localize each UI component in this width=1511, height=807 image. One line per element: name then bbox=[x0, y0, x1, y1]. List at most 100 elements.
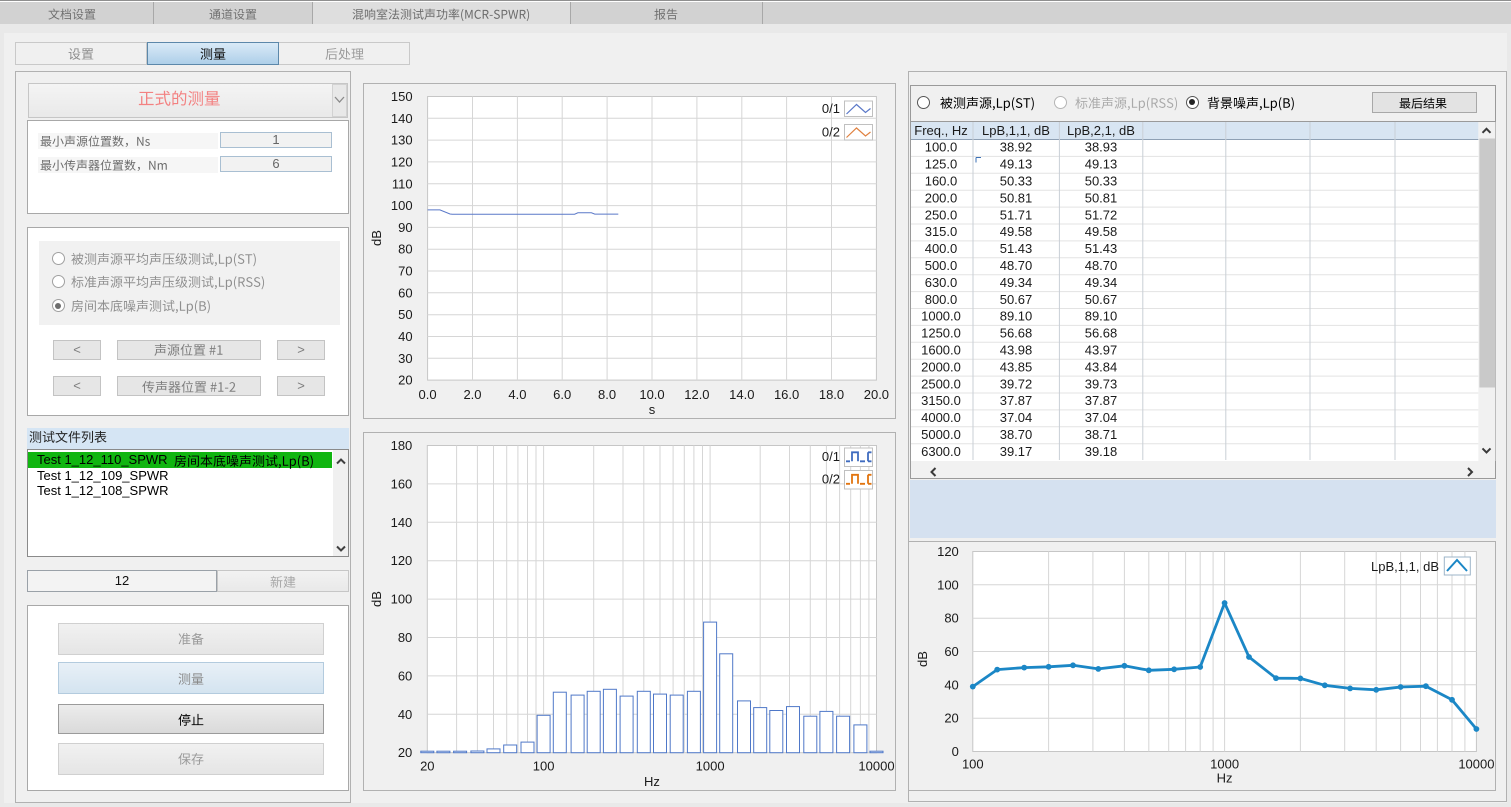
svg-text:1000: 1000 bbox=[1210, 757, 1239, 772]
svg-text:2500.0: 2500.0 bbox=[921, 376, 961, 391]
svg-text:3150.0: 3150.0 bbox=[921, 393, 961, 408]
svg-text:100: 100 bbox=[962, 757, 984, 772]
svg-text:49.34: 49.34 bbox=[1000, 275, 1033, 290]
svg-text:1250.0: 1250.0 bbox=[921, 326, 961, 341]
svg-text:315.0: 315.0 bbox=[925, 224, 958, 239]
svg-text:Freq., Hz: Freq., Hz bbox=[914, 123, 967, 138]
svg-text:6.0: 6.0 bbox=[553, 387, 571, 402]
svg-text:38.93: 38.93 bbox=[1085, 140, 1118, 155]
svg-text:37.04: 37.04 bbox=[1085, 410, 1118, 425]
svg-text:12.0: 12.0 bbox=[684, 387, 709, 402]
svg-text:49.13: 49.13 bbox=[1085, 157, 1118, 172]
svg-text:39.17: 39.17 bbox=[1000, 444, 1033, 459]
svg-text:180: 180 bbox=[391, 438, 413, 453]
svg-text:37.87: 37.87 bbox=[1085, 393, 1118, 408]
svg-text:56.68: 56.68 bbox=[1000, 326, 1033, 341]
svg-text:50.81: 50.81 bbox=[1000, 190, 1033, 205]
svg-text:80: 80 bbox=[398, 630, 412, 645]
svg-text:48.70: 48.70 bbox=[1000, 258, 1033, 273]
svg-text:dB: dB bbox=[369, 591, 384, 607]
svg-text:100: 100 bbox=[391, 592, 413, 607]
svg-text:160.0: 160.0 bbox=[925, 174, 958, 189]
svg-text:51.43: 51.43 bbox=[1085, 241, 1118, 256]
svg-text:56.68: 56.68 bbox=[1085, 326, 1118, 341]
svg-text:37.04: 37.04 bbox=[1000, 410, 1033, 425]
svg-text:20: 20 bbox=[420, 759, 434, 774]
svg-text:39.72: 39.72 bbox=[1000, 376, 1033, 391]
svg-text:4.0: 4.0 bbox=[508, 387, 526, 402]
svg-text:dB: dB bbox=[915, 651, 930, 667]
svg-text:51.43: 51.43 bbox=[1000, 241, 1033, 256]
svg-text:130: 130 bbox=[391, 133, 413, 148]
svg-text:49.13: 49.13 bbox=[1000, 157, 1033, 172]
svg-text:60: 60 bbox=[944, 644, 958, 659]
svg-text:90: 90 bbox=[398, 220, 412, 235]
svg-text:500.0: 500.0 bbox=[925, 258, 958, 273]
svg-text:16.0: 16.0 bbox=[774, 387, 799, 402]
svg-text:39.18: 39.18 bbox=[1085, 444, 1118, 459]
svg-text:100: 100 bbox=[391, 198, 413, 213]
svg-text:120: 120 bbox=[391, 553, 413, 568]
svg-text:10000: 10000 bbox=[858, 759, 894, 774]
svg-text:0: 0 bbox=[952, 744, 959, 759]
svg-text:1000.0: 1000.0 bbox=[921, 309, 961, 324]
svg-text:43.85: 43.85 bbox=[1000, 359, 1033, 374]
svg-text:10.0: 10.0 bbox=[639, 387, 664, 402]
svg-text:160: 160 bbox=[391, 476, 413, 491]
svg-text:100: 100 bbox=[533, 759, 555, 774]
svg-text:30: 30 bbox=[398, 351, 412, 366]
svg-text:50: 50 bbox=[398, 307, 412, 322]
svg-text:150: 150 bbox=[391, 89, 413, 104]
svg-text:100: 100 bbox=[937, 577, 959, 592]
svg-text:LpB,1,1, dB: LpB,1,1, dB bbox=[1371, 559, 1439, 574]
svg-text:0/2: 0/2 bbox=[822, 125, 840, 140]
svg-text:120: 120 bbox=[391, 154, 413, 169]
svg-text:50.67: 50.67 bbox=[1085, 292, 1118, 307]
svg-text:89.10: 89.10 bbox=[1000, 309, 1033, 324]
svg-text:2.0: 2.0 bbox=[463, 387, 481, 402]
svg-text:50.33: 50.33 bbox=[1085, 174, 1118, 189]
svg-text:125.0: 125.0 bbox=[925, 157, 958, 172]
svg-text:0/2: 0/2 bbox=[822, 472, 840, 487]
svg-text:50.67: 50.67 bbox=[1000, 292, 1033, 307]
svg-text:40: 40 bbox=[944, 677, 958, 692]
svg-text:50.81: 50.81 bbox=[1085, 190, 1118, 205]
svg-text:49.34: 49.34 bbox=[1085, 275, 1118, 290]
svg-text:LpB,1,1, dB: LpB,1,1, dB bbox=[982, 123, 1050, 138]
svg-text:38.71: 38.71 bbox=[1085, 427, 1118, 442]
svg-text:6300.0: 6300.0 bbox=[921, 444, 961, 459]
svg-text:s: s bbox=[649, 402, 656, 417]
svg-text:Hz: Hz bbox=[644, 774, 660, 789]
svg-text:60: 60 bbox=[398, 285, 412, 300]
svg-text:51.71: 51.71 bbox=[1000, 207, 1033, 222]
svg-text:48.70: 48.70 bbox=[1085, 258, 1118, 273]
svg-text:49.58: 49.58 bbox=[1000, 224, 1033, 239]
svg-text:140: 140 bbox=[391, 515, 413, 530]
svg-text:120: 120 bbox=[937, 544, 959, 559]
svg-text:2000.0: 2000.0 bbox=[921, 359, 961, 374]
svg-text:10000: 10000 bbox=[1458, 757, 1494, 772]
svg-text:51.72: 51.72 bbox=[1085, 207, 1118, 222]
svg-text:80: 80 bbox=[944, 611, 958, 626]
svg-text:37.87: 37.87 bbox=[1000, 393, 1033, 408]
svg-text:89.10: 89.10 bbox=[1085, 309, 1118, 324]
svg-text:630.0: 630.0 bbox=[925, 275, 958, 290]
svg-text:4000.0: 4000.0 bbox=[921, 410, 961, 425]
svg-text:50.33: 50.33 bbox=[1000, 174, 1033, 189]
svg-text:8.0: 8.0 bbox=[598, 387, 616, 402]
svg-text:110: 110 bbox=[392, 176, 413, 191]
svg-text:40: 40 bbox=[398, 329, 412, 344]
svg-text:70: 70 bbox=[398, 264, 412, 279]
svg-text:0.0: 0.0 bbox=[419, 387, 437, 402]
svg-text:60: 60 bbox=[398, 668, 412, 683]
svg-text:39.73: 39.73 bbox=[1085, 376, 1118, 391]
svg-text:dB: dB bbox=[369, 230, 384, 246]
svg-text:Hz: Hz bbox=[1217, 771, 1233, 786]
svg-text:1600.0: 1600.0 bbox=[921, 343, 961, 358]
svg-text:800.0: 800.0 bbox=[925, 292, 958, 307]
svg-text:0/1: 0/1 bbox=[822, 101, 840, 116]
svg-text:5000.0: 5000.0 bbox=[921, 427, 961, 442]
svg-text:20: 20 bbox=[398, 373, 412, 388]
svg-text:38.92: 38.92 bbox=[1000, 140, 1033, 155]
svg-text:100.0: 100.0 bbox=[925, 140, 958, 155]
